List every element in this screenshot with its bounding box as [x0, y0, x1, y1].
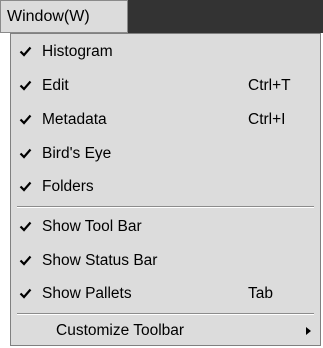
checkmark-icon: [19, 180, 32, 193]
menu-item-shortcut: Tab: [248, 285, 273, 302]
menu-item-label: Show Tool Bar: [42, 218, 142, 235]
menu-item-shortcut: Ctrl+I: [248, 111, 286, 128]
checkmark-icon: [19, 287, 32, 300]
menu-item-label: Customize Toolbar: [56, 322, 185, 339]
checkmark-icon: [19, 254, 32, 267]
menu-item-metadata[interactable]: Metadata Ctrl+I: [11, 104, 320, 136]
menu-bar: Window(W): [0, 0, 323, 33]
menu-separator: [17, 206, 314, 208]
menu-item-folders[interactable]: Folders: [11, 171, 320, 203]
window-menu-dropdown: Histogram Edit Ctrl+T Metadata Ctrl+I Bi…: [10, 33, 321, 346]
menu-item-label: Metadata: [42, 111, 107, 128]
menu-item-edit[interactable]: Edit Ctrl+T: [11, 70, 320, 102]
menu-item-label: Show Status Bar: [42, 252, 158, 269]
menu-item-label: Bird's Eye: [42, 145, 112, 162]
checkmark-icon: [19, 113, 32, 126]
checkmark-icon: [19, 79, 32, 92]
checkmark-icon: [19, 147, 32, 160]
menu-item-show-status-bar[interactable]: Show Status Bar: [11, 245, 320, 277]
submenu-arrow-icon: [306, 327, 311, 335]
menu-item-show-tool-bar[interactable]: Show Tool Bar: [11, 211, 320, 243]
menu-item-label: Folders: [42, 178, 94, 195]
menu-item-birds-eye[interactable]: Bird's Eye: [11, 138, 320, 170]
menu-item-histogram[interactable]: Histogram: [11, 36, 320, 68]
menu-item-label: Edit: [42, 77, 69, 94]
checkmark-icon: [19, 220, 32, 233]
menu-item-label: Histogram: [42, 43, 113, 60]
menu-item-label: Show Pallets: [42, 285, 132, 302]
checkmark-icon: [19, 45, 32, 58]
menu-window[interactable]: Window(W): [0, 0, 128, 33]
menu-item-show-pallets[interactable]: Show Pallets Tab: [11, 278, 320, 310]
menu-item-customize-toolbar[interactable]: Customize Toolbar: [11, 315, 320, 347]
menu-item-shortcut: Ctrl+T: [248, 77, 291, 94]
